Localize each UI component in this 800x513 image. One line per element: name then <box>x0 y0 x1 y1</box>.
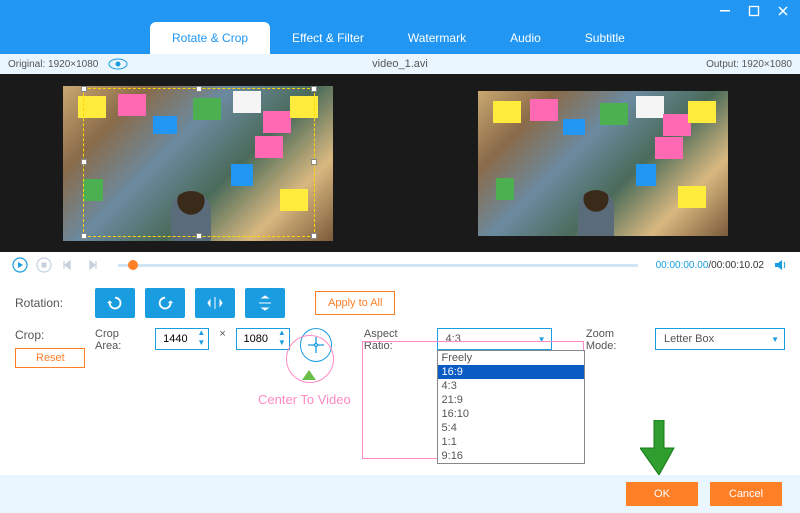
ok-arrow-icon <box>640 420 678 475</box>
tab-subtitle[interactable]: Subtitle <box>563 22 647 54</box>
seek-handle[interactable] <box>128 260 138 270</box>
chevron-down-icon: ▼ <box>538 335 546 344</box>
preview-toggle-icon[interactable] <box>108 58 128 70</box>
close-button[interactable] <box>776 4 790 18</box>
flip-horizontal-button[interactable] <box>195 288 235 318</box>
crop-label: Crop: <box>15 328 85 342</box>
aspect-option-16-10[interactable]: 16:10 <box>438 407 584 421</box>
height-down[interactable]: ▼ <box>275 339 289 349</box>
aspect-option-1-1[interactable]: 1:1 <box>438 435 584 449</box>
zoom-mode-select[interactable]: Letter Box▼ <box>655 328 785 350</box>
tab-bar: Rotate & Crop Effect & Filter Watermark … <box>0 22 800 54</box>
zoom-mode-label: Zoom Mode: <box>586 328 645 352</box>
crop-times: × <box>219 328 225 340</box>
output-resolution: Output: 1920×1080 <box>706 59 792 70</box>
crop-height-input[interactable] <box>237 333 275 345</box>
reset-button[interactable]: Reset <box>15 348 85 368</box>
tab-effect-filter[interactable]: Effect & Filter <box>270 22 386 54</box>
crop-width-input[interactable] <box>156 333 194 345</box>
seek-bar[interactable] <box>118 264 638 267</box>
crop-rectangle[interactable] <box>83 88 315 237</box>
timecode: 00:00:00.00/00:00:10.02 <box>656 260 764 271</box>
flip-vertical-button[interactable] <box>245 288 285 318</box>
chevron-down-icon: ▼ <box>771 335 779 344</box>
next-frame-button[interactable] <box>84 257 100 273</box>
aspect-ratio-label: Aspect Ratio: <box>364 328 427 352</box>
tab-watermark[interactable]: Watermark <box>386 22 488 54</box>
aspect-ratio-dropdown[interactable]: Freely 16:9 4:3 21:9 16:10 5:4 1:1 9:16 <box>437 350 585 464</box>
rotation-label: Rotation: <box>15 296 85 310</box>
aspect-option-5-4[interactable]: 5:4 <box>438 421 584 435</box>
volume-icon[interactable] <box>772 257 788 273</box>
minimize-button[interactable] <box>718 4 732 18</box>
aspect-option-9-16[interactable]: 9:16 <box>438 449 584 463</box>
original-resolution: Original: 1920×1080 <box>8 59 98 70</box>
center-to-video-button[interactable] <box>300 328 333 362</box>
ok-button[interactable]: OK <box>626 482 698 506</box>
cancel-button[interactable]: Cancel <box>710 482 782 506</box>
crop-area-label: Crop Area: <box>95 328 145 352</box>
aspect-ratio-select[interactable]: 4:3▼ <box>437 328 552 350</box>
tab-audio[interactable]: Audio <box>488 22 563 54</box>
apply-to-all-button[interactable]: Apply to All <box>315 291 395 315</box>
source-preview[interactable] <box>0 74 395 252</box>
aspect-option-freely[interactable]: Freely <box>438 351 584 365</box>
prev-frame-button[interactable] <box>60 257 76 273</box>
filename: video_1.avi <box>372 58 428 70</box>
width-down[interactable]: ▼ <box>194 339 208 349</box>
hint-center-text: Center To Video <box>258 392 351 407</box>
rotate-right-button[interactable] <box>145 288 185 318</box>
crop-width-field[interactable]: ▲▼ <box>155 328 209 350</box>
output-preview <box>405 74 800 252</box>
play-button[interactable] <box>12 257 28 273</box>
aspect-option-16-9[interactable]: 16:9 <box>438 365 584 379</box>
tab-rotate-crop[interactable]: Rotate & Crop <box>150 22 270 54</box>
crop-height-field[interactable]: ▲▼ <box>236 328 290 350</box>
aspect-option-4-3[interactable]: 4:3 <box>438 379 584 393</box>
maximize-button[interactable] <box>747 4 761 18</box>
aspect-option-21-9[interactable]: 21:9 <box>438 393 584 407</box>
stop-button[interactable] <box>36 257 52 273</box>
rotate-left-button[interactable] <box>95 288 135 318</box>
